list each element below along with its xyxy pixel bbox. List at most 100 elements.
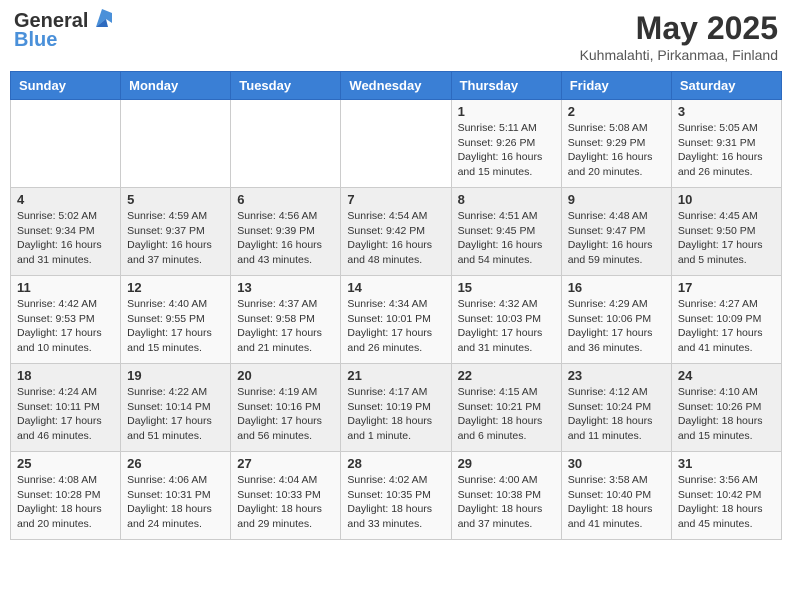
day-cell: 25 Sunrise: 4:08 AM Sunset: 10:28 PM Dayl… <box>11 452 121 540</box>
day-info: Sunrise: 4:29 AM Sunset: 10:06 PM Daylig… <box>568 297 665 356</box>
day-cell: 9 Sunrise: 4:48 AM Sunset: 9:47 PM Daylig… <box>561 188 671 276</box>
day-number: 11 <box>17 280 114 295</box>
day-number: 19 <box>127 368 224 383</box>
day-cell: 26 Sunrise: 4:06 AM Sunset: 10:31 PM Dayl… <box>121 452 231 540</box>
logo-blue-text: Blue <box>14 29 57 52</box>
day-info: Sunrise: 4:19 AM Sunset: 10:16 PM Daylig… <box>237 385 334 444</box>
week-row-5: 25 Sunrise: 4:08 AM Sunset: 10:28 PM Dayl… <box>11 452 782 540</box>
day-number: 23 <box>568 368 665 383</box>
week-row-1: 1Sunrise: 5:11 AM Sunset: 9:26 PM Daylig… <box>11 100 782 188</box>
day-cell: 4Sunrise: 5:02 AM Sunset: 9:34 PM Daylig… <box>11 188 121 276</box>
day-cell: 12 Sunrise: 4:40 AM Sunset: 9:55 PM Dayli… <box>121 276 231 364</box>
day-cell: 8Sunrise: 4:51 AM Sunset: 9:45 PM Daylig… <box>451 188 561 276</box>
header-monday: Monday <box>121 72 231 100</box>
day-cell: 16 Sunrise: 4:29 AM Sunset: 10:06 PM Dayl… <box>561 276 671 364</box>
day-cell: 3 Sunrise: 5:05 AM Sunset: 9:31 PM Daylig… <box>671 100 781 188</box>
day-cell: 10 Sunrise: 4:45 AM Sunset: 9:50 PM Dayli… <box>671 188 781 276</box>
day-number: 3 <box>678 104 775 119</box>
day-cell: 11Sunrise: 4:42 AM Sunset: 9:53 PM Dayli… <box>11 276 121 364</box>
day-number: 31 <box>678 456 775 471</box>
day-number: 10 <box>678 192 775 207</box>
day-cell: 17 Sunrise: 4:27 AM Sunset: 10:09 PM Dayl… <box>671 276 781 364</box>
day-info: Sunrise: 4:04 AM Sunset: 10:33 PM Daylig… <box>237 473 334 532</box>
day-cell: 7Sunrise: 4:54 AM Sunset: 9:42 PM Daylig… <box>341 188 451 276</box>
day-cell: 23 Sunrise: 4:12 AM Sunset: 10:24 PM Dayl… <box>561 364 671 452</box>
day-cell: 29 Sunrise: 4:00 AM Sunset: 10:38 PM Dayl… <box>451 452 561 540</box>
day-cell: 2Sunrise: 5:08 AM Sunset: 9:29 PM Daylig… <box>561 100 671 188</box>
day-cell: 22 Sunrise: 4:15 AM Sunset: 10:21 PM Dayl… <box>451 364 561 452</box>
day-cell: 15Sunrise: 4:32 AM Sunset: 10:03 PM Dayl… <box>451 276 561 364</box>
day-cell <box>11 100 121 188</box>
week-row-3: 11Sunrise: 4:42 AM Sunset: 9:53 PM Dayli… <box>11 276 782 364</box>
day-number: 22 <box>458 368 555 383</box>
day-info: Sunrise: 4:02 AM Sunset: 10:35 PM Daylig… <box>347 473 444 532</box>
day-number: 17 <box>678 280 775 295</box>
day-number: 12 <box>127 280 224 295</box>
day-info: Sunrise: 4:17 AM Sunset: 10:19 PM Daylig… <box>347 385 444 444</box>
day-info: Sunrise: 4:08 AM Sunset: 10:28 PM Daylig… <box>17 473 114 532</box>
header-saturday: Saturday <box>671 72 781 100</box>
day-number: 1 <box>458 104 555 119</box>
day-info: Sunrise: 4:59 AM Sunset: 9:37 PM Dayligh… <box>127 209 224 268</box>
day-info: Sunrise: 4:22 AM Sunset: 10:14 PM Daylig… <box>127 385 224 444</box>
day-info: Sunrise: 4:12 AM Sunset: 10:24 PM Daylig… <box>568 385 665 444</box>
day-info: Sunrise: 4:54 AM Sunset: 9:42 PM Dayligh… <box>347 209 444 268</box>
day-number: 9 <box>568 192 665 207</box>
day-cell <box>121 100 231 188</box>
day-cell: 18 Sunrise: 4:24 AM Sunset: 10:11 PM Dayl… <box>11 364 121 452</box>
day-info: Sunrise: 4:48 AM Sunset: 9:47 PM Dayligh… <box>568 209 665 268</box>
day-cell: 21Sunrise: 4:17 AM Sunset: 10:19 PM Dayl… <box>341 364 451 452</box>
day-number: 6 <box>237 192 334 207</box>
day-info: Sunrise: 4:45 AM Sunset: 9:50 PM Dayligh… <box>678 209 775 268</box>
day-info: Sunrise: 4:06 AM Sunset: 10:31 PM Daylig… <box>127 473 224 532</box>
day-info: Sunrise: 4:40 AM Sunset: 9:55 PM Dayligh… <box>127 297 224 356</box>
week-row-2: 4Sunrise: 5:02 AM Sunset: 9:34 PM Daylig… <box>11 188 782 276</box>
day-info: Sunrise: 4:37 AM Sunset: 9:58 PM Dayligh… <box>237 297 334 356</box>
day-info: Sunrise: 3:56 AM Sunset: 10:42 PM Daylig… <box>678 473 775 532</box>
day-number: 2 <box>568 104 665 119</box>
header-thursday: Thursday <box>451 72 561 100</box>
day-cell: 6 Sunrise: 4:56 AM Sunset: 9:39 PM Daylig… <box>231 188 341 276</box>
title-block: May 2025 Kuhmalahti, Pirkanmaa, Finland <box>580 10 778 63</box>
day-info: Sunrise: 4:56 AM Sunset: 9:39 PM Dayligh… <box>237 209 334 268</box>
day-number: 24 <box>678 368 775 383</box>
day-info: Sunrise: 4:15 AM Sunset: 10:21 PM Daylig… <box>458 385 555 444</box>
day-number: 29 <box>458 456 555 471</box>
header-friday: Friday <box>561 72 671 100</box>
header-sunday: Sunday <box>11 72 121 100</box>
day-number: 16 <box>568 280 665 295</box>
day-number: 30 <box>568 456 665 471</box>
day-info: Sunrise: 5:05 AM Sunset: 9:31 PM Dayligh… <box>678 121 775 180</box>
day-cell: 27 Sunrise: 4:04 AM Sunset: 10:33 PM Dayl… <box>231 452 341 540</box>
day-info: Sunrise: 4:10 AM Sunset: 10:26 PM Daylig… <box>678 385 775 444</box>
day-info: Sunrise: 4:24 AM Sunset: 10:11 PM Daylig… <box>17 385 114 444</box>
day-number: 25 <box>17 456 114 471</box>
day-number: 13 <box>237 280 334 295</box>
day-cell: 1Sunrise: 5:11 AM Sunset: 9:26 PM Daylig… <box>451 100 561 188</box>
day-info: Sunrise: 4:00 AM Sunset: 10:38 PM Daylig… <box>458 473 555 532</box>
day-cell: 14Sunrise: 4:34 AM Sunset: 10:01 PM Dayl… <box>341 276 451 364</box>
day-cell: 20 Sunrise: 4:19 AM Sunset: 10:16 PM Dayl… <box>231 364 341 452</box>
month-title: May 2025 <box>580 10 778 47</box>
day-number: 18 <box>17 368 114 383</box>
calendar-header-row: SundayMondayTuesdayWednesdayThursdayFrid… <box>11 72 782 100</box>
location-subtitle: Kuhmalahti, Pirkanmaa, Finland <box>580 47 778 63</box>
day-number: 20 <box>237 368 334 383</box>
day-cell: 24 Sunrise: 4:10 AM Sunset: 10:26 PM Dayl… <box>671 364 781 452</box>
day-cell: 13 Sunrise: 4:37 AM Sunset: 9:58 PM Dayli… <box>231 276 341 364</box>
day-info: Sunrise: 3:58 AM Sunset: 10:40 PM Daylig… <box>568 473 665 532</box>
page-header: General Blue May 2025 Kuhmalahti, Pirkan… <box>10 10 782 63</box>
day-cell <box>341 100 451 188</box>
logo: General Blue <box>14 10 112 52</box>
calendar-table: SundayMondayTuesdayWednesdayThursdayFrid… <box>10 71 782 540</box>
day-cell <box>231 100 341 188</box>
day-cell: 28Sunrise: 4:02 AM Sunset: 10:35 PM Dayl… <box>341 452 451 540</box>
day-number: 26 <box>127 456 224 471</box>
day-number: 4 <box>17 192 114 207</box>
day-number: 27 <box>237 456 334 471</box>
day-info: Sunrise: 4:32 AM Sunset: 10:03 PM Daylig… <box>458 297 555 356</box>
day-info: Sunrise: 4:27 AM Sunset: 10:09 PM Daylig… <box>678 297 775 356</box>
day-cell: 19 Sunrise: 4:22 AM Sunset: 10:14 PM Dayl… <box>121 364 231 452</box>
day-number: 8 <box>458 192 555 207</box>
day-cell: 5Sunrise: 4:59 AM Sunset: 9:37 PM Daylig… <box>121 188 231 276</box>
